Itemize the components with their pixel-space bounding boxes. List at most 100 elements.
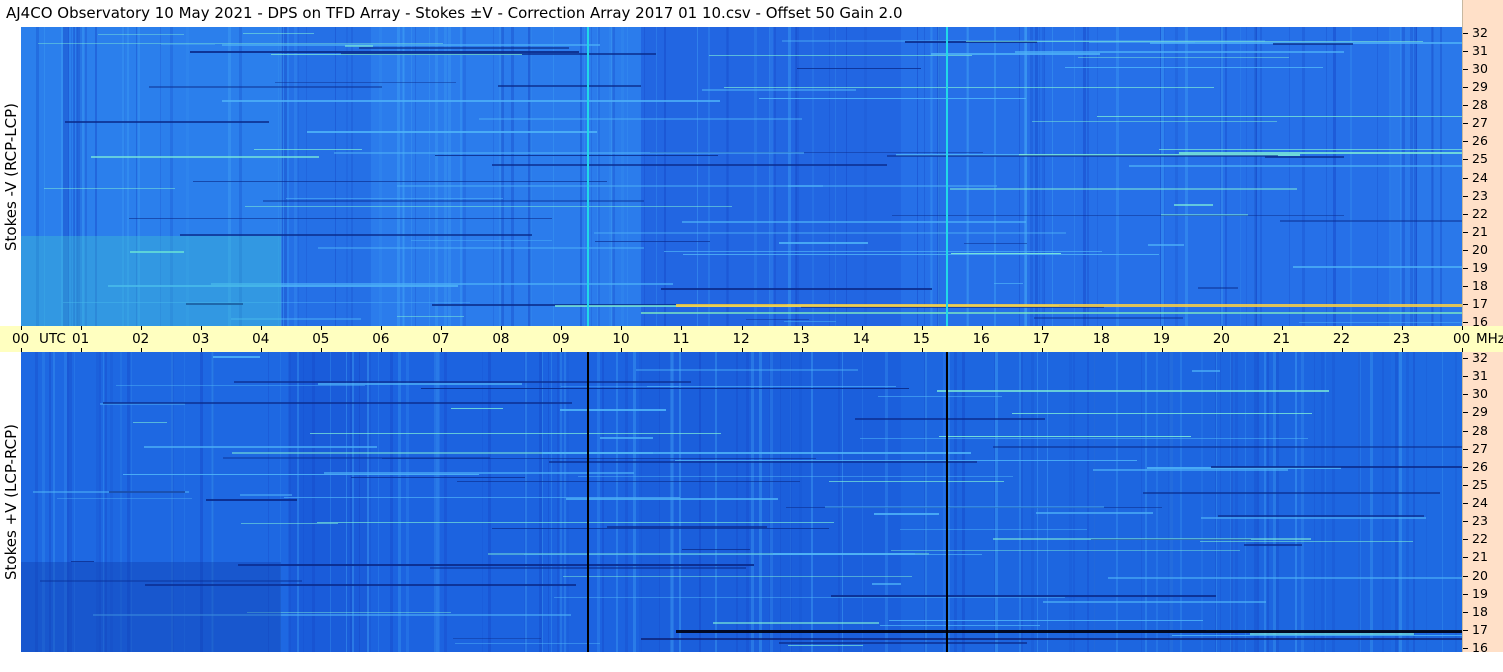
spectrogram-marker-line [946,27,948,326]
spectrogram-line [661,288,932,290]
top-freq-tick [1463,322,1468,323]
spectrogram-line [560,409,666,411]
top-frequency-axis: 32 31 30 29 28 27 26 25 24 23 22 21 20 19 18 17 16 [1462,26,1503,329]
spectrogram-line [492,528,829,529]
spectrogram-streak [1141,352,1142,652]
bottom-freq-tick [1463,593,1468,595]
spectrogram-streak [1094,352,1095,652]
spectrogram-line [71,561,94,562]
spectrogram-line [702,89,856,91]
spectrogram-line [874,513,939,515]
spectrogram-line [900,529,1087,530]
top-freq-label: 24 [1472,169,1488,185]
spectrogram-line [779,642,1027,644]
spectrogram-streak [1295,352,1297,652]
bottom-freq-tick [1463,648,1468,649]
spectrogram-streak [1240,27,1241,326]
spectrogram-line [892,215,1344,216]
spectrogram-streak [1175,27,1178,326]
spectrogram-streak [294,27,297,326]
spectrogram-streak [1074,27,1075,326]
spectrogram-band [1391,27,1462,326]
spectrogram-line [964,243,1027,244]
spectrogram-line [831,595,1216,597]
spectrogram-streak [1332,352,1335,652]
spectrogram-streak [616,352,618,652]
spectrogram-line [245,206,732,207]
spectrogram-streak [1039,27,1040,326]
spectrogram-streak [612,27,615,326]
spectrogram-line [397,185,823,187]
spectrogram-line [240,494,292,496]
spectrogram-line [206,499,297,501]
spectrogram-marker-line [587,27,589,326]
spectrogram-line [664,251,1102,252]
spectrogram-line [455,643,600,644]
spectrogram-line [275,82,456,83]
spectrogram-streak [966,27,968,326]
top-freq-label: 30 [1472,61,1488,77]
spectrogram-line [44,188,175,189]
spectrogram-streak [446,27,447,326]
spectrogram-line [950,188,1297,190]
spectrogram-streak [1377,27,1378,326]
spectrogram-streak [1358,352,1360,652]
spectrogram-streak [770,27,773,326]
bottom-freq-label: 26 [1472,458,1488,474]
spectrogram-line [359,47,569,49]
spectrogram-glow [21,562,281,652]
spectrogram-streak [1116,27,1119,326]
spectrogram-line [1293,266,1462,268]
spectrogram-streak [350,352,352,652]
spectrogram-streak [411,27,412,326]
spectrogram-band [371,352,641,652]
spectrogram-streak [1024,27,1027,326]
spectrogram-line [190,51,579,53]
spectrogram-streak [1069,352,1072,652]
spectrogram-line [334,152,804,154]
bottom-freq-label: 30 [1472,386,1488,402]
spectrogram-streak [1164,27,1165,326]
spectrogram-line [222,44,600,46]
spectrogram-line [788,645,863,646]
spectrogram-line [1201,517,1426,519]
spectrogram-streak [1087,27,1089,326]
bottom-freq-label: 20 [1472,567,1488,583]
bottom-freq-tick [1463,539,1468,541]
utc-hour-label: 08 [492,331,510,347]
spectrogram-line [421,388,909,389]
spectrogram-streak [303,352,304,652]
spectrogram-line [872,583,901,585]
spectrogram-line [889,620,1203,621]
spectrogram-streak [1400,27,1401,326]
spectrogram-streak [584,27,585,326]
spectrogram-line [492,164,887,166]
spectrogram-streak [346,352,347,652]
bottom-freq-label: 23 [1472,513,1488,529]
spectrogram-streak [1321,352,1324,652]
spectrogram-streak [1442,352,1443,652]
spectrogram-streak [1326,27,1327,326]
spectrogram-streak [493,27,494,326]
spectrogram-streak [434,352,436,652]
spectrogram-streak [1037,352,1038,652]
spectrogram-streak [501,27,504,326]
spectrogram-streak [1440,27,1442,326]
spectrogram-line [116,385,365,386]
spectrogram-line [1143,492,1440,494]
top-freq-label: 29 [1472,79,1488,95]
spectrogram-line [797,68,921,69]
utc-hour-label: 20 [1212,331,1231,347]
top-freq-label: 22 [1472,205,1488,221]
spectrogram-streak [542,352,543,652]
spectrogram-line [1218,515,1424,517]
bottom-freq-tick [1463,376,1468,378]
spectrogram-streak [528,27,530,326]
spectrogram-streak [699,352,701,652]
spectrogram-streak [656,27,657,326]
spectrogram-line [222,100,720,102]
top-freq-tick [1463,285,1468,287]
spectrogram-streak [924,27,925,326]
spectrogram-streak [1180,352,1182,652]
spectrogram-line [825,506,1104,508]
